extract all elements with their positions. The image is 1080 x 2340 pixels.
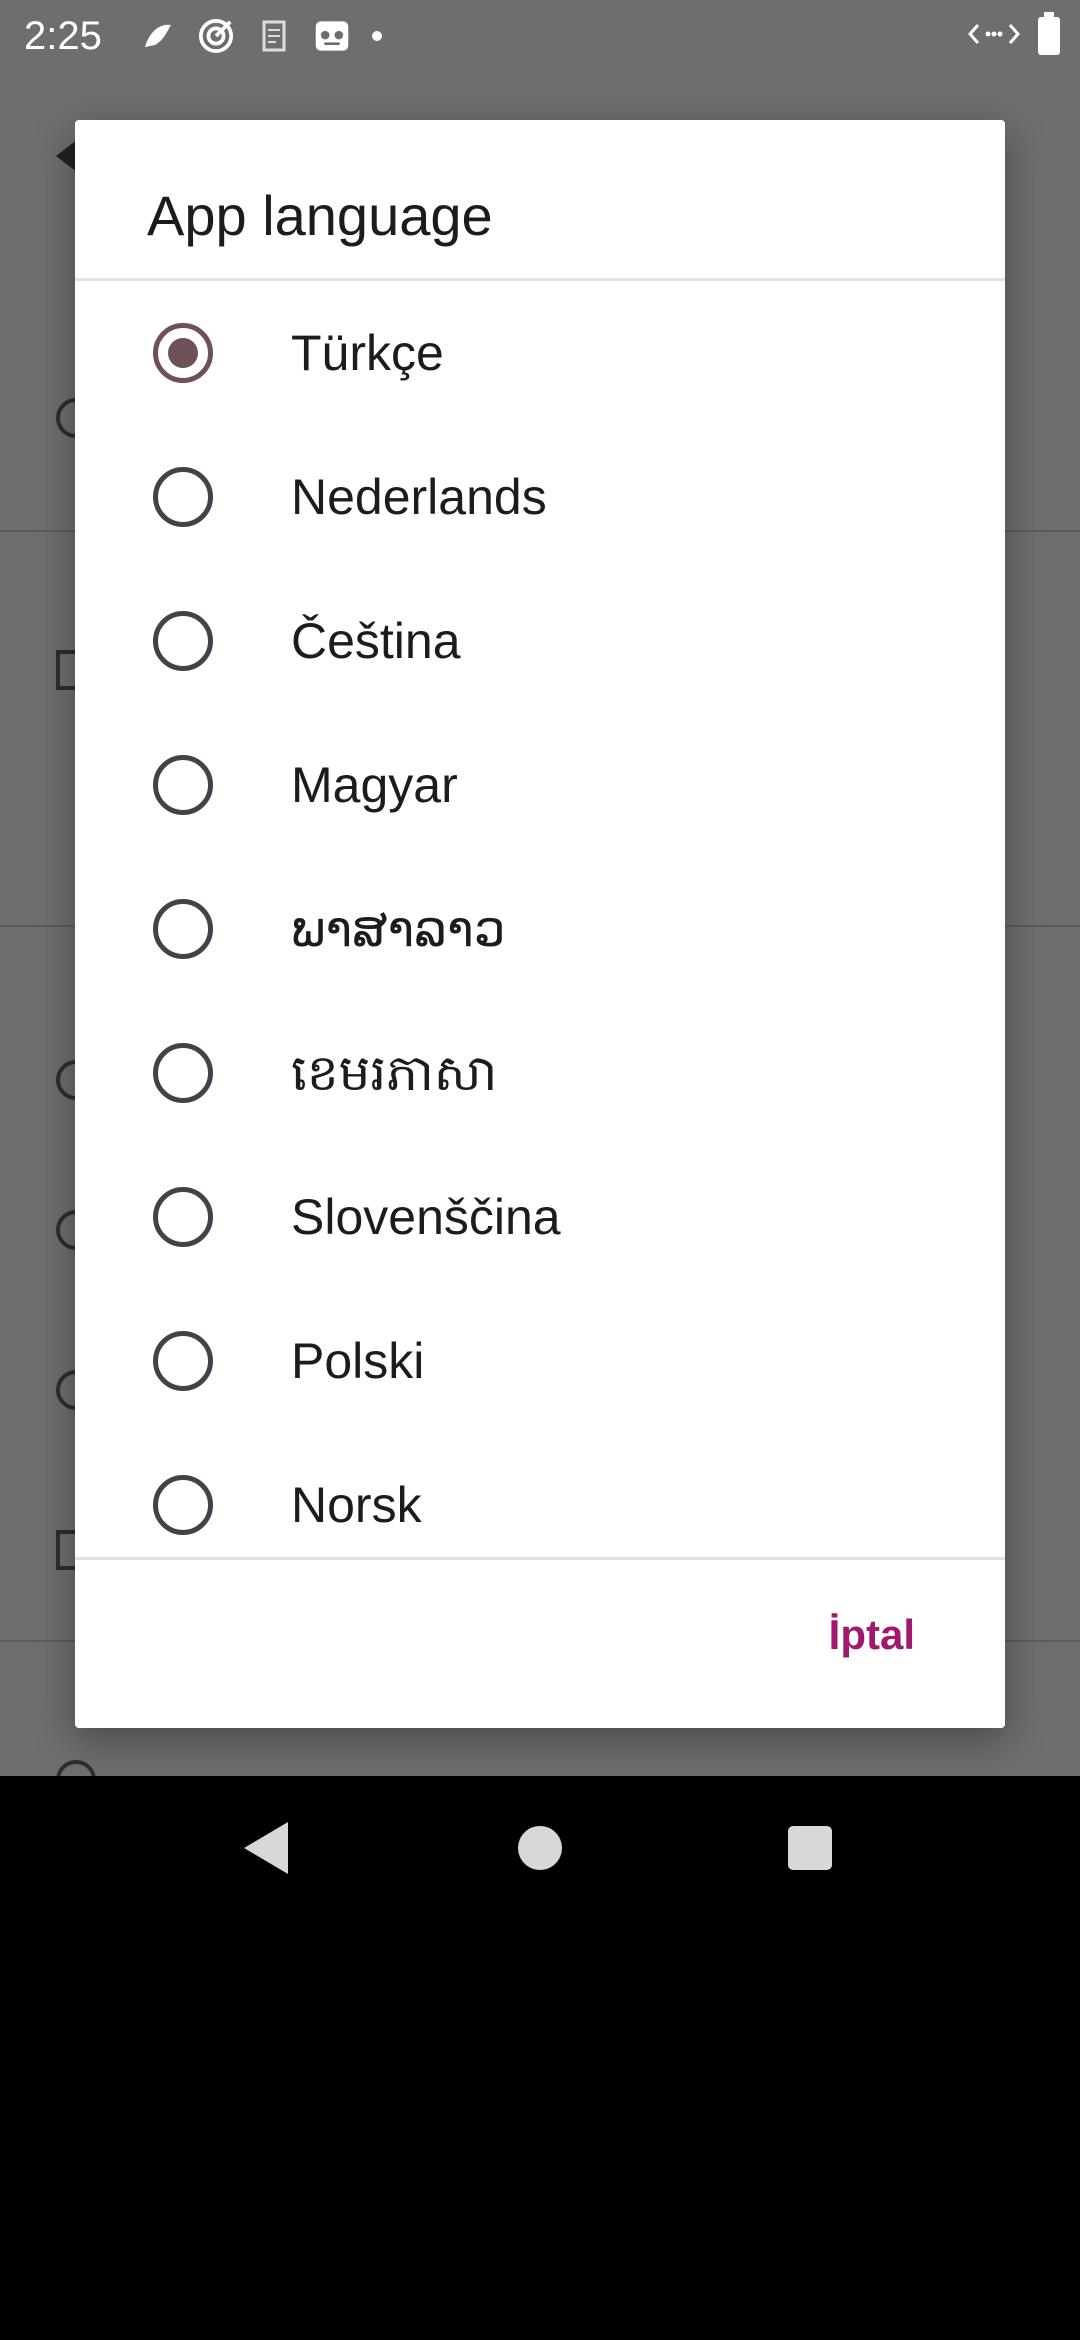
app-language-dialog: App language Türkçe Nederlands Čeština M…: [75, 120, 1005, 1728]
dialog-divider: [75, 1557, 1005, 1560]
background-shield-icon: [56, 1760, 96, 1776]
radio-button[interactable]: [153, 1331, 213, 1391]
home-icon[interactable]: [518, 1826, 562, 1870]
language-label: Magyar: [291, 757, 458, 813]
language-label: Norsk: [291, 1477, 422, 1533]
status-bar: 2:25: [0, 0, 1080, 72]
language-option-lao[interactable]: ພາສາລາວ: [75, 857, 1005, 1001]
status-time: 2:25: [24, 14, 102, 58]
target-app-icon: [198, 18, 234, 54]
language-label: ພາສາລາວ: [291, 901, 506, 957]
incognito-app-icon: [314, 18, 350, 54]
language-option-magyar[interactable]: Magyar: [75, 713, 1005, 857]
language-label: Türkçe: [291, 325, 444, 381]
radio-button[interactable]: [153, 611, 213, 671]
radio-button[interactable]: [153, 467, 213, 527]
cancel-button[interactable]: İptal: [829, 1610, 915, 1660]
recents-icon[interactable]: [788, 1826, 832, 1870]
radio-button[interactable]: [153, 755, 213, 815]
radio-button-selected[interactable]: [153, 323, 213, 383]
notification-app-icon: [140, 18, 176, 54]
radio-dot: [168, 338, 198, 368]
language-label: Polski: [291, 1333, 425, 1389]
radio-button[interactable]: [153, 1043, 213, 1103]
language-option-khmer[interactable]: ខេមរភាសា: [75, 1001, 1005, 1145]
status-notification-icons: [140, 14, 382, 58]
language-option-turkce[interactable]: Türkçe: [75, 281, 1005, 425]
back-icon[interactable]: [244, 1822, 288, 1874]
radio-button[interactable]: [153, 899, 213, 959]
language-label: Slovenščina: [291, 1189, 561, 1245]
navigation-bar: [0, 1776, 1080, 1920]
language-label: Nederlands: [291, 469, 547, 525]
language-option-slovenscina[interactable]: Slovenščina: [75, 1145, 1005, 1289]
receipt-app-icon: [256, 18, 292, 54]
dialog-title: App language: [147, 184, 493, 247]
language-label: ខេមរភាសា: [291, 1045, 498, 1101]
battery-icon: [1038, 12, 1060, 55]
language-label: Čeština: [291, 613, 461, 669]
language-option-nederlands[interactable]: Nederlands: [75, 425, 1005, 569]
status-system-icons: [967, 12, 1060, 58]
data-transfer-icon: [967, 19, 1021, 54]
more-dot-icon: [372, 31, 382, 41]
language-option-polski[interactable]: Polski: [75, 1289, 1005, 1433]
radio-button[interactable]: [153, 1475, 213, 1535]
language-option-cestina[interactable]: Čeština: [75, 569, 1005, 713]
language-option-list[interactable]: Türkçe Nederlands Čeština Magyar ພາສາລາວ…: [75, 281, 1005, 1557]
radio-button[interactable]: [153, 1187, 213, 1247]
language-option-norsk[interactable]: Norsk: [75, 1433, 1005, 1557]
